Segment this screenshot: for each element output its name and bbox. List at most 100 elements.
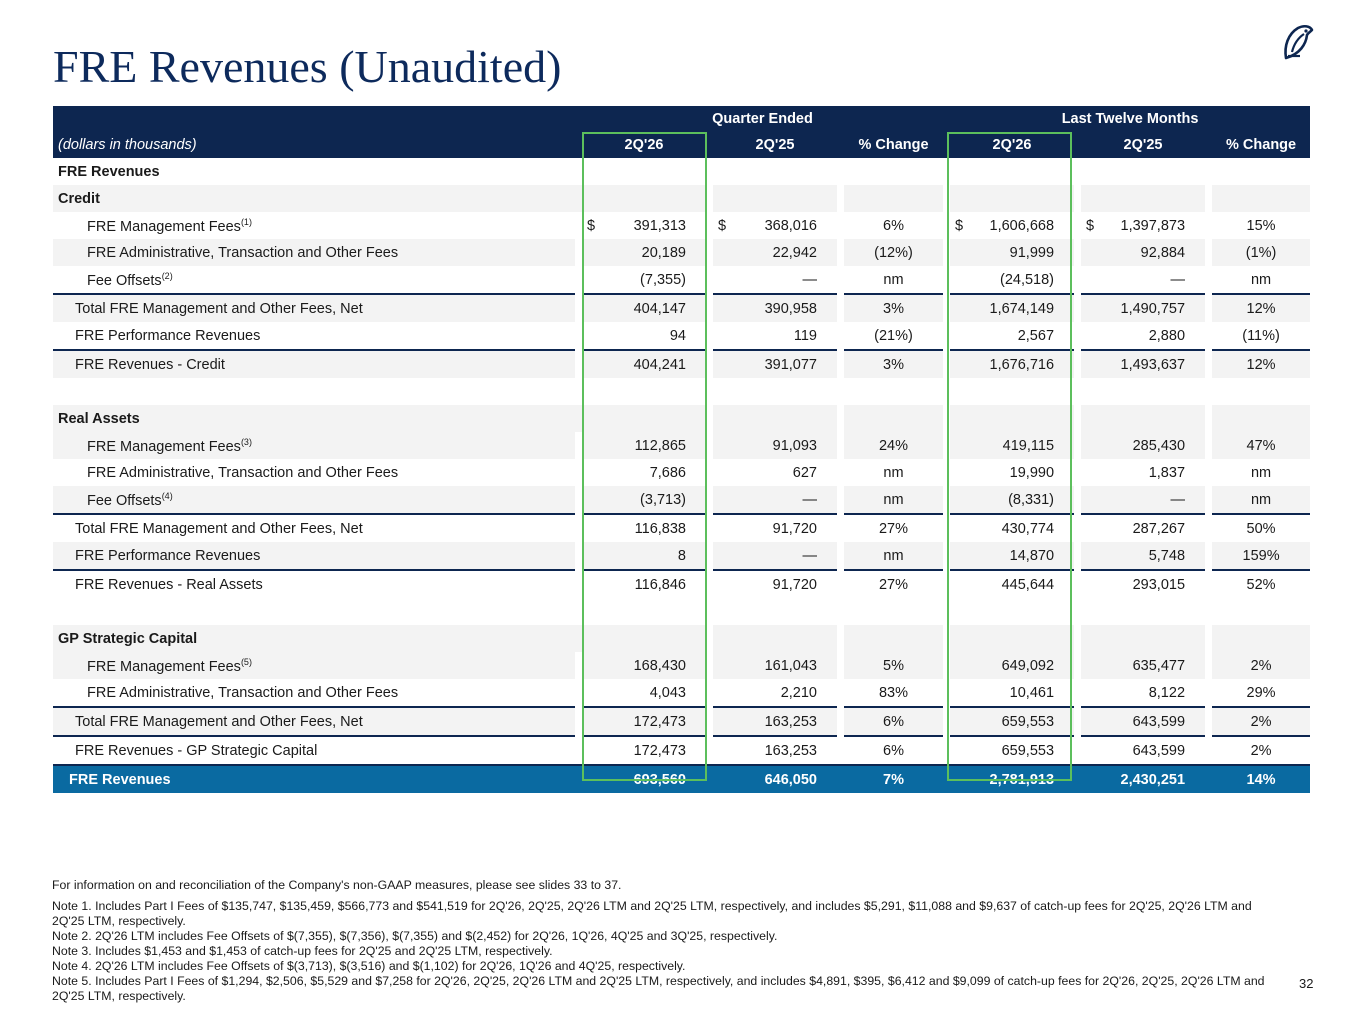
- footnote-ref: (1): [240, 216, 252, 227]
- cell-lchg: 47%: [1212, 432, 1311, 459]
- table-row: Total FRE Management and Other Fees, Net…: [53, 513, 1311, 542]
- spacer-row: [53, 378, 1310, 405]
- cell-value: (7,355): [640, 271, 686, 288]
- cell-lchg: nm: [1250, 464, 1272, 481]
- total-row: FRE Revenues 693,560 646,050 7% 2,781,91…: [53, 764, 1311, 793]
- note-1: Note 1. Includes Part I Fees of $135,747…: [52, 899, 1252, 928]
- cell-value: 1,674,149: [989, 300, 1055, 317]
- cell-q26: 94: [582, 322, 706, 350]
- section-heading-row: Real Assets: [53, 405, 1311, 432]
- non-gaap-info: For information on and reconciliation of…: [52, 878, 622, 892]
- col-q-2q25: 2Q'25: [713, 132, 837, 158]
- header-columns-row: (dollars in thousands) 2Q'26 2Q'25 % Cha…: [53, 132, 1311, 158]
- cell-q25: 163,253: [713, 706, 837, 736]
- row-label-text: FRE Performance Revenues: [75, 327, 261, 344]
- cell-value: 92,884: [1140, 244, 1186, 261]
- cell-value: 8,122: [1148, 684, 1186, 701]
- ltm-heading: Last Twelve Months: [950, 106, 1311, 132]
- cell-l26: 445,644: [950, 569, 1075, 598]
- real-assets-rows: FRE Management Fees(3) 112,865 91,093 24% 41…: [53, 432, 1311, 598]
- cell-value: 91,999: [1009, 244, 1055, 261]
- row-label-text: Fee Offsets: [87, 272, 162, 289]
- note-2: Note 2. 2Q'26 LTM includes Fee Offsets o…: [52, 929, 778, 943]
- cell-value: 1,837: [1148, 464, 1186, 481]
- cell-value: 19,990: [1009, 464, 1055, 481]
- row-label: FRE Administrative, Transaction and Othe…: [53, 679, 575, 707]
- cell-lchg: 15%: [1246, 217, 1276, 234]
- cell-value: —: [802, 271, 818, 288]
- row-label: FRE Revenues - Credit: [53, 349, 575, 378]
- total-q25: 646,050: [713, 764, 837, 793]
- total-l26: 2,781,913: [950, 764, 1075, 793]
- cell-l25: 8,122: [1081, 679, 1205, 707]
- row-label: FRE Revenues - Real Assets: [53, 569, 575, 598]
- cell-lchg: 2%: [1212, 735, 1311, 765]
- cell-l26: 14,870: [950, 542, 1075, 570]
- cell-lchg: 2%: [1212, 706, 1311, 736]
- cell-q26: 116,846: [582, 569, 706, 598]
- cell-qchg: nm: [844, 542, 944, 570]
- cell-value: 390,958: [764, 300, 817, 317]
- cell-value: —: [1170, 491, 1186, 508]
- cell-lchg: 159%: [1212, 542, 1311, 570]
- units-label: (dollars in thousands): [53, 132, 575, 158]
- footnote-ref: (3): [240, 436, 252, 447]
- cell-l26: 649,092: [950, 652, 1075, 679]
- table-row: Fee Offsets(4) (3,713) — nm (8,331) — nm: [53, 486, 1311, 514]
- row-label: FRE Administrative, Transaction and Othe…: [53, 459, 575, 486]
- cell-value: 627: [792, 464, 817, 481]
- row-label: Total FRE Management and Other Fees, Net: [53, 513, 575, 542]
- cell-value: —: [802, 547, 818, 564]
- cell-q26: (3,713): [582, 486, 706, 514]
- cell-l26: 659,553: [950, 735, 1075, 765]
- cell-value: 643,599: [1132, 742, 1186, 759]
- cell-value: 2,567: [1017, 327, 1055, 344]
- cell-l25: 92,884: [1081, 239, 1206, 266]
- row-label-text: Total FRE Management and Other Fees, Net: [75, 713, 363, 730]
- cell-value: 391,313: [633, 217, 686, 234]
- cell-value: (8,331): [1008, 491, 1055, 508]
- col-q-2q26: 2Q'26: [582, 132, 706, 158]
- cell-value: 404,147: [633, 300, 686, 317]
- spacer-row: [53, 598, 1310, 625]
- row-label: Total FRE Management and Other Fees, Net: [53, 293, 575, 322]
- cell-q25: 627: [713, 459, 837, 486]
- cell-value: 445,644: [1001, 576, 1055, 593]
- cell-l26: 19,990: [950, 459, 1074, 486]
- cell-q25: 163,253: [713, 735, 837, 765]
- cell-lchg: (1%): [1212, 239, 1311, 266]
- cell-l26: 419,115: [950, 432, 1075, 459]
- footnote-ref: (2): [161, 270, 173, 281]
- table-row: FRE Management Fees(1) $391,313 $368,016 6%…: [53, 212, 1310, 239]
- header-group-row: Quarter Ended Last Twelve Months: [53, 106, 1311, 132]
- cell-l26: $1,606,668: [950, 212, 1074, 239]
- cell-value: (24,518): [1000, 271, 1055, 288]
- cell-qchg: 3%: [844, 293, 944, 322]
- row-label-text: FRE Management Fees: [87, 218, 241, 235]
- cell-q25: 391,077: [713, 349, 837, 378]
- cell-value: 1,490,757: [1120, 300, 1186, 317]
- row-label-text: FRE Revenues - Real Assets: [75, 576, 263, 593]
- cell-lchg: 2%: [1212, 652, 1311, 679]
- table-row: FRE Administrative, Transaction and Othe…: [53, 679, 1310, 707]
- cell-q25: 22,942: [713, 239, 837, 266]
- row-label-text: FRE Management Fees: [87, 438, 241, 455]
- cell-value: 5,748: [1148, 547, 1186, 564]
- cell-lchg: (11%): [1242, 327, 1280, 344]
- cell-value: (3,713): [640, 491, 686, 508]
- cell-value: 91,093: [772, 437, 817, 454]
- cell-value: 2,880: [1148, 327, 1186, 344]
- row-label-text: Total FRE Management and Other Fees, Net: [75, 300, 363, 317]
- bird-logo-icon: [1284, 24, 1314, 60]
- table-row: FRE Revenues - Real Assets 116,846 91,720 2…: [53, 569, 1311, 598]
- cell-value: 2,210: [780, 684, 817, 701]
- cell-q25: 2,210: [713, 679, 837, 707]
- cell-qchg: nm: [883, 464, 904, 481]
- cell-value: 4,043: [649, 684, 686, 701]
- cell-qchg: 6%: [844, 706, 944, 736]
- row-label-text: FRE Performance Revenues: [75, 547, 261, 564]
- cell-value: 659,553: [1001, 713, 1055, 730]
- cell-l26: 430,774: [950, 513, 1075, 542]
- row-label: FRE Performance Revenues: [53, 542, 575, 570]
- footnote-ref: (4): [161, 490, 173, 501]
